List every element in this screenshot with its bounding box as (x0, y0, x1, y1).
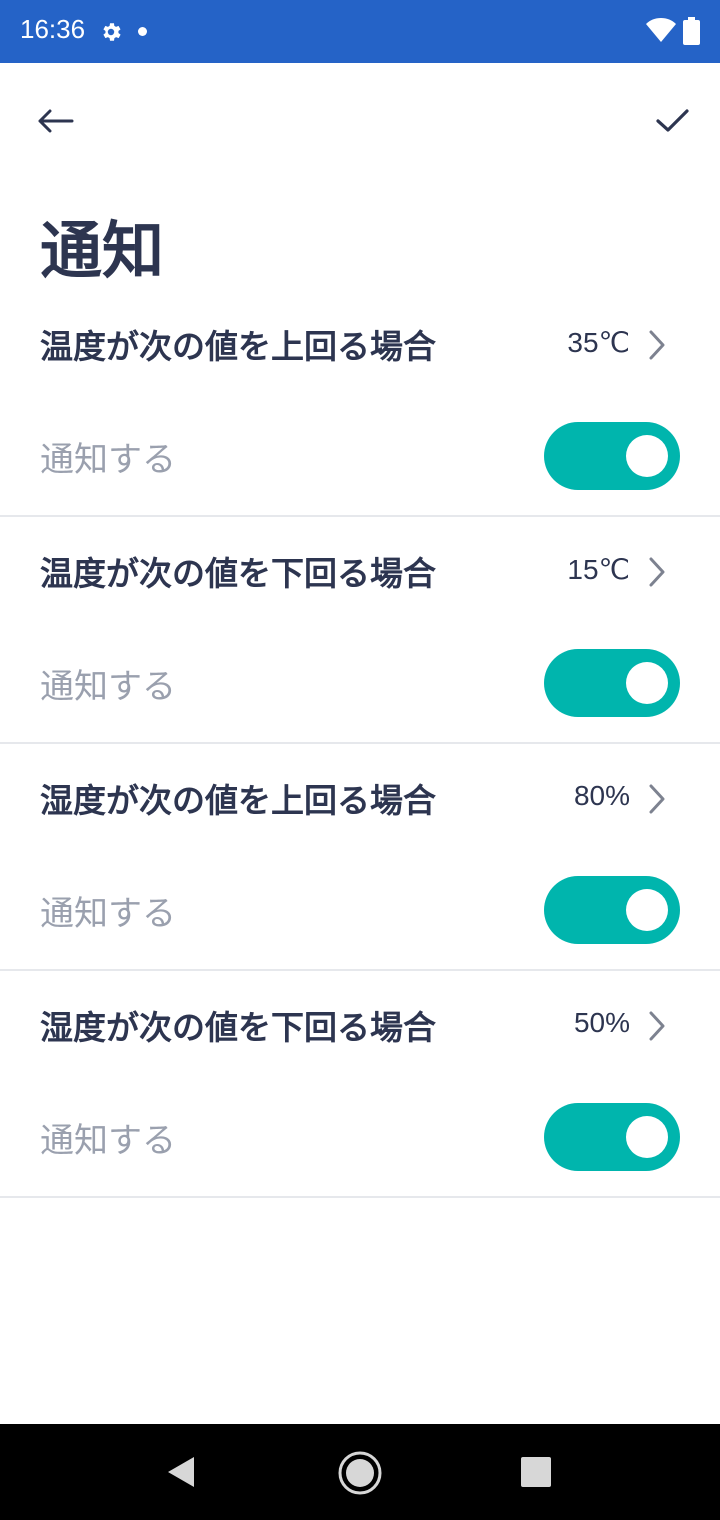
toggle-row: 通知する (0, 629, 720, 740)
wifi-icon (646, 18, 676, 42)
setting-group-humidity-low: 湿度が次の値を下回る場合 50% 通知する (0, 971, 720, 1198)
threshold-label: 湿度が次の値を下回る場合 (40, 1008, 436, 1047)
toggle-knob (626, 662, 668, 704)
threshold-row-temp-high[interactable]: 温度が次の値を上回る場合 35℃ (0, 290, 720, 402)
nav-back-icon[interactable] (164, 1454, 198, 1490)
nav-recents-icon[interactable] (520, 1456, 552, 1488)
app-bar (0, 63, 720, 175)
gear-icon (103, 23, 121, 41)
toggle-row: 通知する (0, 402, 720, 513)
threshold-value: 35℃ (567, 327, 630, 358)
threshold-row-temp-low[interactable]: 温度が次の値を下回る場合 15℃ (0, 517, 720, 629)
threshold-value: 50% (573, 1007, 630, 1038)
back-arrow-icon[interactable] (30, 99, 82, 143)
notify-toggle[interactable] (544, 1103, 680, 1171)
toggle-label: 通知する (40, 440, 176, 480)
chevron-right-icon (649, 330, 665, 360)
setting-group-temp-high: 温度が次の値を上回る場合 35℃ 通知する (0, 290, 720, 517)
threshold-row-humidity-high[interactable]: 湿度が次の値を上回る場合 80% (0, 744, 720, 856)
check-icon[interactable] (648, 99, 696, 143)
toggle-label: 通知する (40, 894, 176, 934)
dot-icon (138, 27, 147, 36)
threshold-label: 温度が次の値を下回る場合 (40, 554, 436, 593)
system-nav-bar (0, 1424, 720, 1520)
settings-list: 温度が次の値を上回る場合 35℃ 通知する 温度が次の値を下回る場合 15℃ 通… (0, 290, 720, 1198)
toggle-label: 通知する (40, 667, 176, 707)
threshold-value: 80% (573, 780, 630, 811)
toggle-knob (626, 889, 668, 931)
page-title: 通知 (40, 214, 165, 287)
notify-toggle[interactable] (544, 422, 680, 490)
nav-home-icon[interactable] (336, 1449, 384, 1497)
notify-toggle[interactable] (544, 649, 680, 717)
setting-group-temp-low: 温度が次の値を下回る場合 15℃ 通知する (0, 517, 720, 744)
setting-group-humidity-high: 湿度が次の値を上回る場合 80% 通知する (0, 744, 720, 971)
toggle-knob (626, 435, 668, 477)
toggle-label: 通知する (40, 1121, 176, 1161)
chevron-right-icon (649, 1011, 665, 1041)
threshold-value: 15℃ (567, 554, 630, 585)
battery-icon (683, 17, 700, 45)
threshold-label: 温度が次の値を上回る場合 (40, 327, 436, 366)
toggle-knob (626, 1116, 668, 1158)
status-time: 16:36 (20, 14, 86, 44)
notify-toggle[interactable] (544, 876, 680, 944)
chevron-right-icon (649, 784, 665, 814)
status-bar: 16:36 (0, 0, 720, 63)
threshold-row-humidity-low[interactable]: 湿度が次の値を下回る場合 50% (0, 971, 720, 1083)
threshold-label: 湿度が次の値を上回る場合 (40, 781, 436, 820)
toggle-row: 通知する (0, 1083, 720, 1194)
chevron-right-icon (649, 557, 665, 587)
toggle-row: 通知する (0, 856, 720, 967)
